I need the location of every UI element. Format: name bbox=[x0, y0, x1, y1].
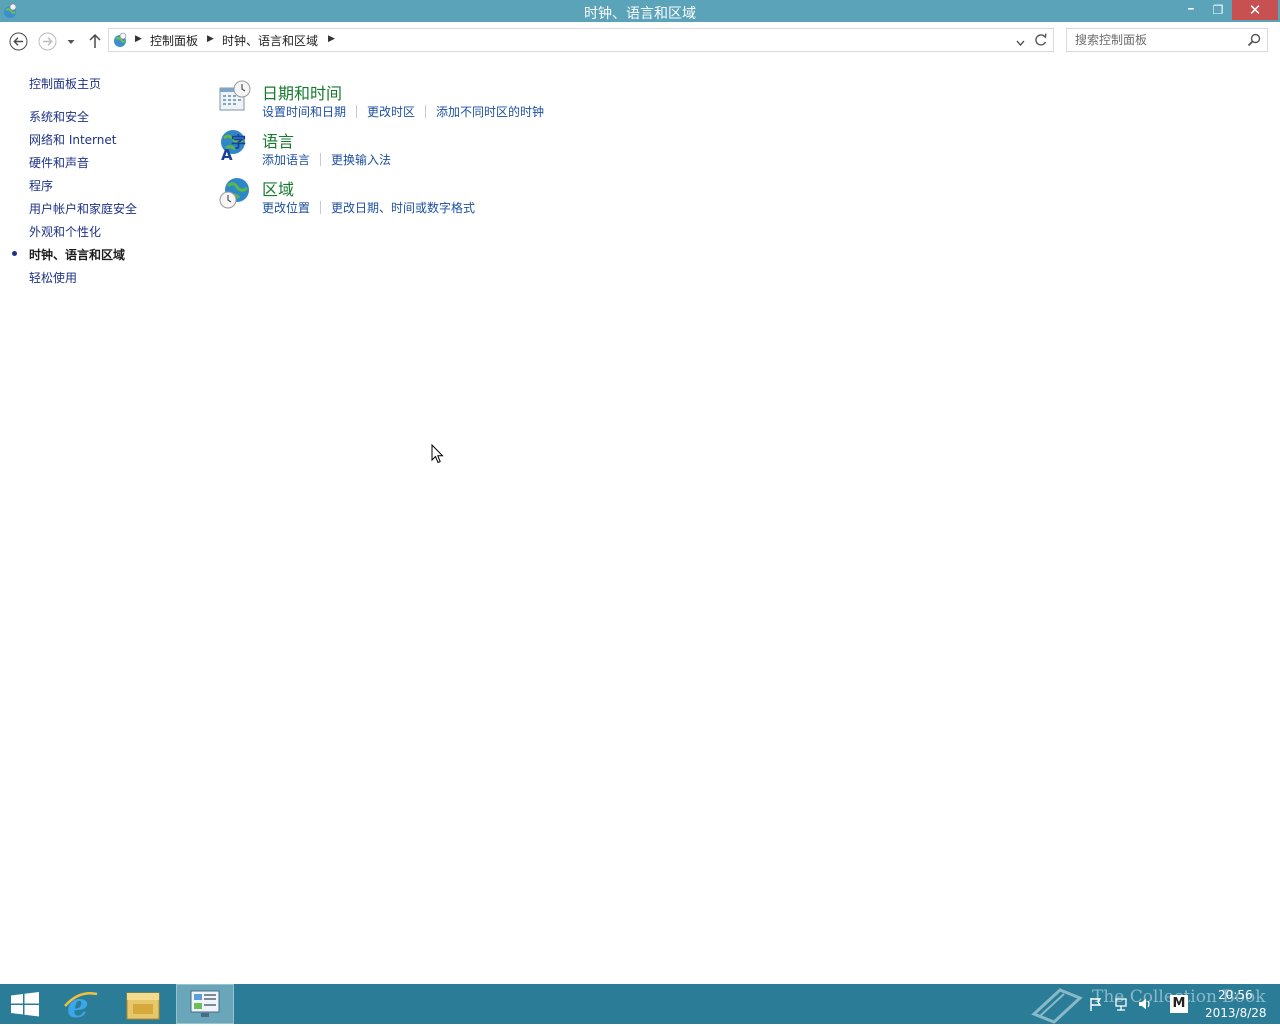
change-time-zone-link[interactable]: 更改时区 bbox=[367, 105, 415, 119]
start-button[interactable] bbox=[0, 984, 50, 1024]
change-input-method-link[interactable]: 更换输入法 bbox=[331, 153, 391, 167]
book-logo-icon bbox=[1031, 988, 1083, 1024]
set-time-date-link[interactable]: 设置时间和日期 bbox=[262, 105, 346, 119]
input-method-indicator[interactable]: M bbox=[1170, 995, 1188, 1013]
title-bar: 时钟、语言和区域 ━ ❐ ✕ bbox=[0, 0, 1280, 22]
sidebar-item-clock-language-region: 时钟、语言和区域 bbox=[29, 248, 126, 262]
breadcrumb-chevron-icon[interactable]: ▶ bbox=[135, 34, 142, 44]
breadcrumb-chevron-icon[interactable]: ▶ bbox=[328, 34, 335, 44]
back-button[interactable] bbox=[9, 32, 28, 51]
add-clocks-link[interactable]: 添加不同时区的时钟 bbox=[436, 105, 544, 119]
sidebar-item-programs[interactable]: 程序 bbox=[29, 177, 53, 194]
taskbar-clock-date[interactable]: 2013/8/28 bbox=[1205, 1006, 1267, 1020]
category-region: 区域 更改位置 更改日期、时间或数字格式 bbox=[216, 176, 716, 224]
recent-locations-button[interactable] bbox=[66, 36, 76, 46]
forward-arrow-icon bbox=[38, 32, 57, 51]
refresh-icon bbox=[1035, 33, 1047, 46]
back-arrow-icon bbox=[9, 32, 28, 51]
breadcrumb-clock-language-region[interactable]: 时钟、语言和区域 bbox=[222, 32, 318, 49]
sidebar-item-user-accounts[interactable]: 用户帐户和家庭安全 bbox=[29, 200, 137, 217]
mouse-cursor-icon bbox=[431, 443, 444, 464]
language-task-links: 添加语言 更换输入法 bbox=[262, 151, 391, 168]
search-box[interactable] bbox=[1066, 28, 1268, 52]
minimize-button[interactable]: ━ bbox=[1178, 0, 1204, 20]
link-separator bbox=[320, 201, 322, 214]
region-globe-clock-icon[interactable] bbox=[218, 176, 252, 210]
breadcrumb-control-panel[interactable]: 控制面板 bbox=[150, 32, 198, 49]
date-time-title-link[interactable]: 日期和时间 bbox=[262, 80, 342, 104]
breadcrumb-chevron-icon[interactable]: ▶ bbox=[207, 34, 214, 44]
region-task-links: 更改位置 更改日期、时间或数字格式 bbox=[262, 199, 475, 216]
link-separator bbox=[425, 105, 427, 118]
restore-button[interactable]: ❐ bbox=[1205, 0, 1231, 20]
sidebar-item-system-security[interactable]: 系统和安全 bbox=[29, 108, 89, 125]
category-language: 字 A 语言 添加语言 更换输入法 bbox=[216, 128, 716, 176]
link-separator bbox=[320, 153, 322, 166]
region-title-link[interactable]: 区域 bbox=[262, 176, 294, 200]
taskbar-clock-time[interactable]: 20:56 bbox=[1218, 988, 1253, 1002]
file-explorer-button[interactable] bbox=[119, 984, 167, 1024]
control-panel-taskbar-button[interactable] bbox=[176, 984, 234, 1024]
svg-text:A: A bbox=[221, 146, 233, 162]
language-globe-icon[interactable]: 字 A bbox=[218, 128, 252, 164]
navigation-toolbar: ▶ 控制面板 ▶ 时钟、语言和区域 ▶ bbox=[0, 22, 1280, 58]
add-language-link[interactable]: 添加语言 bbox=[262, 153, 310, 167]
close-button[interactable]: ✕ bbox=[1232, 0, 1278, 20]
svg-text:字: 字 bbox=[231, 133, 246, 151]
network-icon[interactable] bbox=[1113, 996, 1129, 1012]
volume-icon[interactable] bbox=[1137, 996, 1153, 1012]
up-arrow-icon bbox=[89, 33, 101, 48]
action-center-flag-icon[interactable] bbox=[1088, 996, 1104, 1012]
chevron-down-icon bbox=[67, 40, 75, 44]
date-time-task-links: 设置时间和日期 更改时区 添加不同时区的时钟 bbox=[262, 103, 544, 120]
change-location-link[interactable]: 更改位置 bbox=[262, 201, 310, 215]
search-input[interactable] bbox=[1067, 29, 1245, 51]
control-panel-location-icon bbox=[112, 32, 128, 48]
internet-explorer-icon: e bbox=[64, 986, 98, 1026]
link-separator bbox=[356, 105, 358, 118]
calendar-clock-icon[interactable] bbox=[218, 80, 252, 114]
language-title-link[interactable]: 语言 bbox=[262, 128, 294, 152]
sidebar-item-network-internet[interactable]: 网络和 Internet bbox=[29, 131, 116, 148]
internet-explorer-button[interactable]: e bbox=[57, 984, 105, 1026]
svg-text:e: e bbox=[67, 986, 89, 1024]
windows-logo-icon bbox=[11, 992, 39, 1017]
current-item-bullet bbox=[12, 251, 17, 256]
search-icon[interactable] bbox=[1247, 33, 1261, 47]
sidebar-item-ease-of-access[interactable]: 轻松使用 bbox=[29, 269, 77, 286]
change-formats-link[interactable]: 更改日期、时间或数字格式 bbox=[331, 201, 475, 215]
chevron-down-icon bbox=[1016, 40, 1025, 46]
forward-button[interactable] bbox=[38, 32, 57, 51]
folder-icon bbox=[126, 992, 160, 1020]
control-panel-icon bbox=[190, 990, 220, 1017]
address-history-dropdown[interactable] bbox=[1016, 36, 1025, 46]
address-bar[interactable]: ▶ 控制面板 ▶ 时钟、语言和区域 ▶ bbox=[108, 28, 1030, 52]
refresh-button[interactable] bbox=[1029, 28, 1054, 52]
control-panel-home-link[interactable]: 控制面板主页 bbox=[29, 75, 101, 92]
taskbar: e The Collection Book bbox=[0, 984, 1280, 1026]
sidebar-item-appearance[interactable]: 外观和个性化 bbox=[29, 223, 101, 240]
window-title: 时钟、语言和区域 bbox=[584, 6, 696, 22]
sidebar-item-hardware-sound[interactable]: 硬件和声音 bbox=[29, 154, 89, 171]
category-date-time: 日期和时间 设置时间和日期 更改时区 添加不同时区的时钟 bbox=[216, 80, 716, 128]
up-button[interactable] bbox=[87, 32, 103, 50]
